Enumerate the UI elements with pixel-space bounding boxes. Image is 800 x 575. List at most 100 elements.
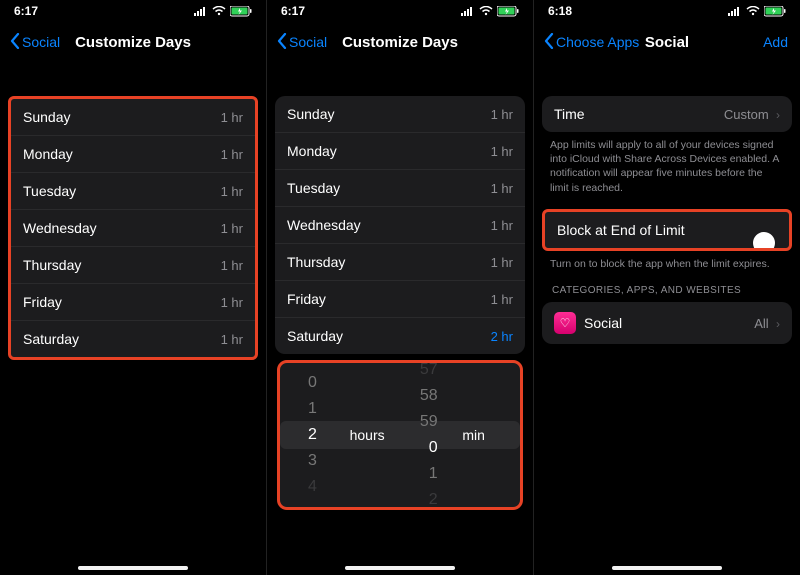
day-row[interactable]: Tuesday 1 hr [11,173,255,210]
picker-item: 58 [420,383,438,409]
day-label: Tuesday [23,183,76,199]
back-button[interactable]: Social [10,33,60,52]
block-row: Block at End of Limit [545,212,789,248]
chevron-left-icon [277,33,287,52]
picker-hours-unit: hours [350,427,385,443]
block-footer: Turn on to block the app when the limit … [534,251,800,271]
picker-minutes-column[interactable]: 57 58 59 0 1 2 min [400,363,520,507]
picker-item-selected: 2 [308,422,317,448]
day-value: 1 hr [221,295,243,310]
day-row[interactable]: Sunday1 hr [11,99,255,136]
wifi-icon [746,6,760,16]
home-indicator[interactable] [345,566,455,570]
day-row[interactable]: Saturday 2 hr [275,318,525,354]
day-value: 1 hr [221,258,243,273]
picker-item: 4 [308,474,317,500]
time-footer: App limits will apply to all of your dev… [534,132,800,195]
day-row[interactable]: Sunday1 hr [275,96,525,133]
day-row[interactable]: Tuesday 1 hr [275,170,525,207]
toggle-knob [753,232,775,251]
battery-charging-icon [497,6,519,17]
day-label: Friday [23,294,62,310]
status-bar: 6:18 [534,0,800,22]
social-category-label: Social [584,315,622,331]
cellular-signal-icon [728,6,742,16]
wifi-icon [479,6,493,16]
day-row[interactable]: Wednesday 1 hr [275,207,525,244]
day-value: 1 hr [221,332,243,347]
status-right [728,6,786,17]
chevron-left-icon [10,33,20,52]
time-label: Time [554,106,585,122]
day-label: Thursday [23,257,81,273]
day-label: Monday [23,146,73,162]
days-list: Sunday1 hr Monday1 hr Tuesday1 hr Wednes… [8,96,258,360]
battery-charging-icon [764,6,786,17]
picker-item: 57 [420,360,438,383]
day-value: 1 hr [491,107,513,122]
picker-item-selected: 0 [429,435,438,461]
status-right [461,6,519,17]
time-value: Custom › [724,106,780,122]
picker-item: 2 [429,487,438,510]
days-list: Sunday1 hr Monday 1 hr Tuesday 1 hr Wednes… [275,96,525,354]
back-label: Social [289,34,327,50]
back-label: Choose Apps [556,34,639,50]
cellular-signal-icon [461,6,475,16]
back-button[interactable]: Social [277,33,327,52]
day-row[interactable]: Friday 1 hr [11,284,255,321]
day-value: 1 hr [491,255,513,270]
day-value: 1 hr [491,144,513,159]
day-label: Saturday [287,328,343,344]
day-value: 1 hr [491,181,513,196]
back-label: Social [22,34,60,50]
home-indicator[interactable] [78,566,188,570]
status-time: 6:17 [14,4,38,18]
picker-item: 3 [308,448,317,474]
day-row[interactable]: Friday1 hr [275,281,525,318]
picker-hours-column[interactable]: 0 1 2 3 4 hours [280,363,400,507]
social-category-row[interactable]: ♡ Social All › [542,302,792,344]
picker-item: 1 [308,396,317,422]
day-label: Wednesday [23,220,97,236]
day-label: Sunday [23,109,70,125]
day-label: Tuesday [287,180,340,196]
block-label: Block at End of Limit [557,222,685,238]
day-row[interactable]: Monday 1 hr [275,133,525,170]
home-indicator[interactable] [612,566,722,570]
time-row[interactable]: Time Custom › [542,96,792,132]
status-time: 6:18 [548,4,572,18]
screen-customize-days: 6:17 Social Customize Days Sunday1 hr Mo… [0,0,267,575]
time-picker[interactable]: 0 1 2 3 4 hours 57 58 59 0 1 2 [277,360,523,510]
battery-charging-icon [230,6,252,17]
day-label: Wednesday [287,217,361,233]
day-value: 1 hr [491,292,513,307]
day-row[interactable]: Monday1 hr [11,136,255,173]
day-row[interactable]: Saturday 1 hr [11,321,255,357]
screen-customize-days-picker: 6:17 Social Customize Days Sunday1 hr Mo… [267,0,534,575]
day-label: Saturday [23,331,79,347]
day-value: 2 hr [491,329,513,344]
day-label: Thursday [287,254,345,270]
picker-item: 59 [420,409,438,435]
day-value: 1 hr [491,218,513,233]
chevron-left-icon [544,33,554,52]
time-section: Time Custom › [542,96,792,132]
day-row[interactable]: Thursday 1 hr [275,244,525,281]
day-label: Monday [287,143,337,159]
day-value: 1 hr [221,184,243,199]
back-button[interactable]: Choose Apps [544,33,639,52]
section-header: CATEGORIES, APPS, AND WEBSITES [534,271,800,302]
add-button[interactable]: Add [763,34,788,50]
day-value: 1 hr [221,221,243,236]
social-category-icon: ♡ [554,312,576,334]
picker-item: 0 [308,370,317,396]
screen-social-limit: 6:18 Choose Apps Social Add Time Custom … [534,0,800,575]
day-row[interactable]: Thursday 1 hr [11,247,255,284]
chevron-right-icon: › [773,317,780,331]
chevron-right-icon: › [773,108,780,122]
day-row[interactable]: Wednesday 1 hr [11,210,255,247]
status-time: 6:17 [281,4,305,18]
cellular-signal-icon [194,6,208,16]
status-right [194,6,252,17]
